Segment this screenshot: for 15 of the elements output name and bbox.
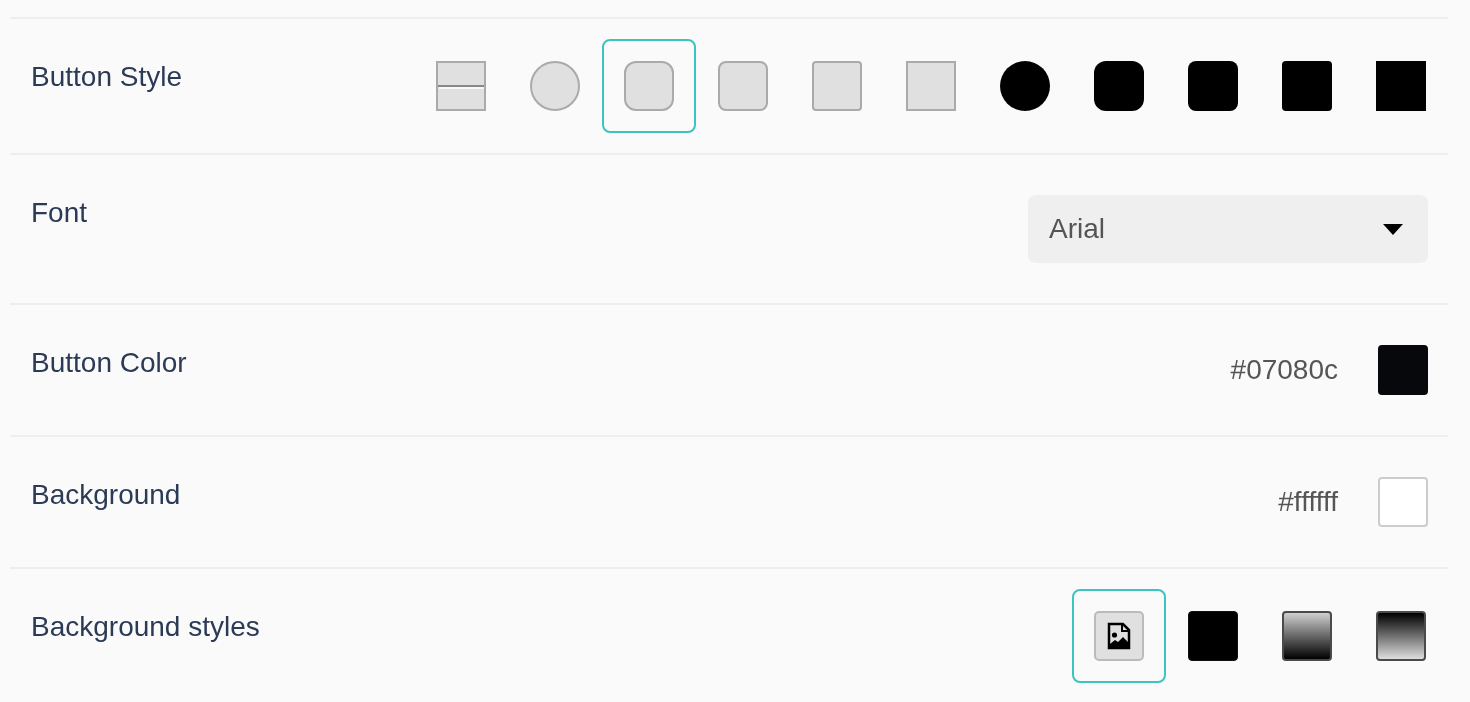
setting-label: Button Color — [31, 346, 187, 380]
caret-icon — [1383, 223, 1403, 235]
background-style-option[interactable] — [1072, 589, 1166, 683]
setting-label: Background styles — [31, 610, 260, 644]
font-select[interactable]: Arial — [1028, 195, 1428, 263]
color-swatch-icon[interactable] — [1378, 345, 1428, 395]
hex-value-text: #ffffff — [1278, 485, 1338, 519]
setting-label: Button Style — [31, 60, 182, 94]
gradient-swatch-icon — [1282, 611, 1332, 661]
setting-label: Font — [31, 196, 88, 230]
gradient-swatch-icon — [1376, 611, 1426, 661]
setting-label: Background — [31, 478, 181, 512]
hex-value-text: #07080c — [1230, 353, 1338, 387]
image-icon — [1094, 611, 1144, 661]
solid-swatch-icon — [1188, 611, 1238, 661]
